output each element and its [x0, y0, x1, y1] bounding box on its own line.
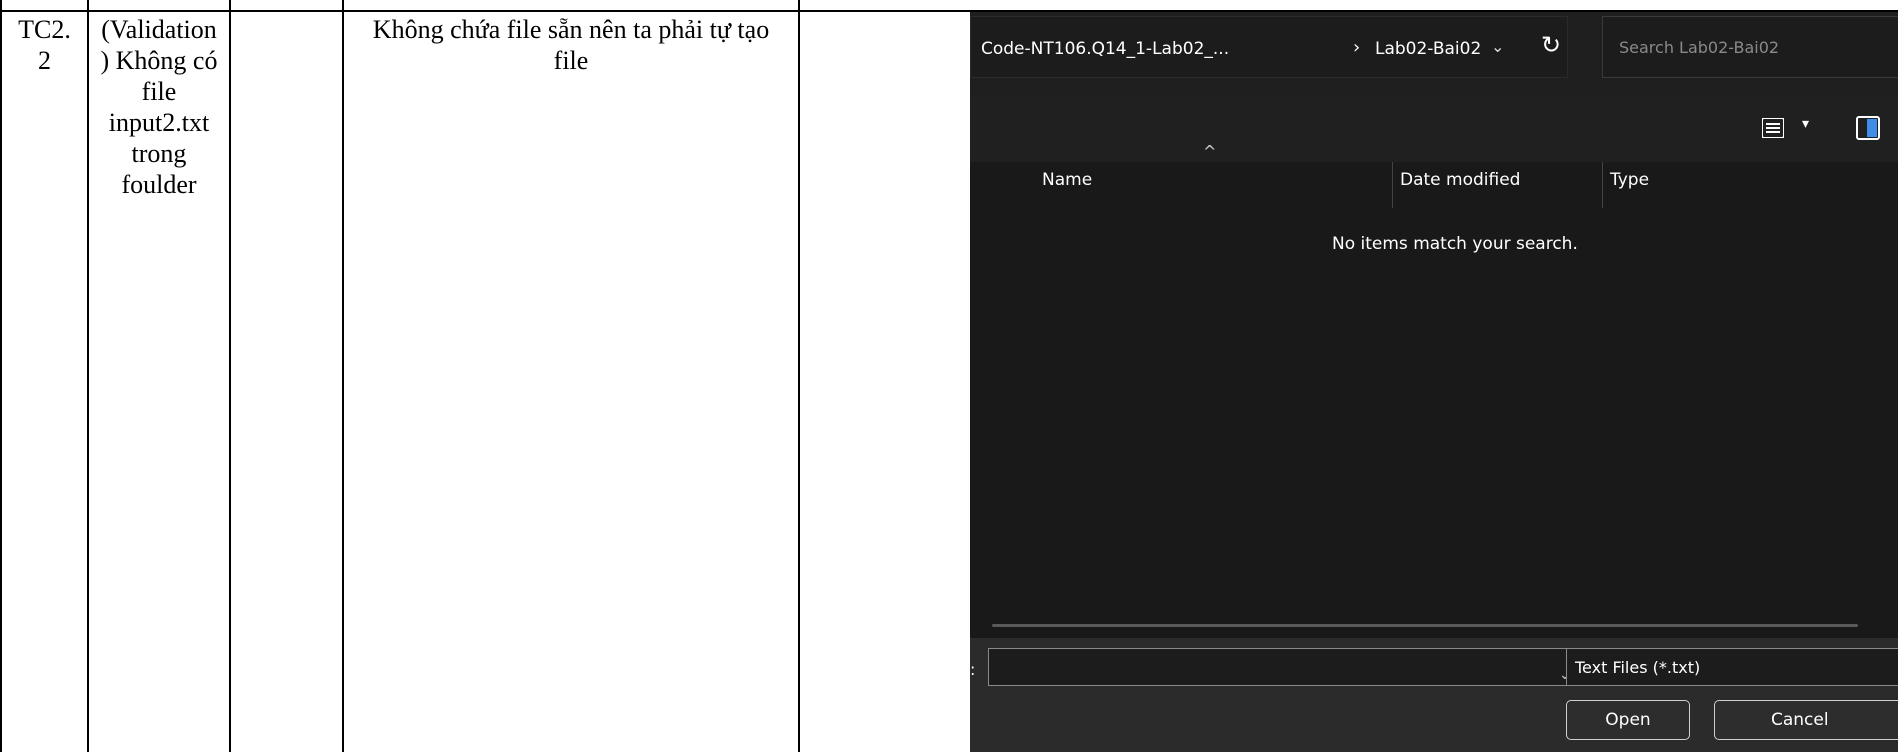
column-divider[interactable] — [1602, 162, 1603, 208]
refresh-icon[interactable]: ↻ — [1541, 31, 1561, 59]
column-header-date-modified[interactable]: Date modified — [1400, 170, 1520, 190]
column-header-type[interactable]: Type — [1610, 170, 1649, 190]
table-border — [342, 0, 344, 752]
file-type-select[interactable]: Text Files (*.txt) — [1566, 648, 1898, 686]
filename-label: : — [970, 660, 976, 679]
empty-results-message: No items match your search. — [1332, 234, 1578, 254]
cancel-button[interactable]: Cancel — [1714, 700, 1898, 740]
view-options-icon[interactable] — [1762, 118, 1784, 138]
chevron-down-icon[interactable]: ⌄ — [1491, 37, 1504, 56]
search-placeholder: Search Lab02-Bai02 — [1619, 38, 1780, 57]
breadcrumb-parent[interactable]: Code-NT106.Q14_1-Lab02_... — [981, 39, 1229, 59]
search-input[interactable]: Search Lab02-Bai02 — [1602, 16, 1898, 78]
breadcrumb-current[interactable]: Lab02-Bai02 — [1375, 39, 1481, 59]
test-case-description: (Validation ) Không có file input2.txt t… — [100, 15, 218, 199]
expected-result: Không chứa file sẵn nên ta phải tự tạo f… — [372, 15, 770, 75]
file-open-dialog-screenshot: Code-NT106.Q14_1-Lab02_... › Lab02-Bai02… — [970, 12, 1898, 752]
address-bar: Code-NT106.Q14_1-Lab02_... › Lab02-Bai02… — [970, 12, 1898, 96]
filename-input[interactable]: ⌄ — [988, 648, 1588, 686]
column-divider[interactable] — [1392, 162, 1393, 208]
breadcrumb[interactable]: Code-NT106.Q14_1-Lab02_... › Lab02-Bai02… — [970, 16, 1568, 78]
sort-ascending-icon: ^ — [1203, 142, 1217, 161]
file-type-value: Text Files (*.txt) — [1575, 658, 1701, 677]
column-header-name[interactable]: Name — [1042, 170, 1092, 190]
table-border — [0, 0, 2, 752]
preview-pane-icon[interactable] — [1856, 116, 1880, 140]
pane-splitter[interactable] — [992, 624, 1858, 627]
view-dropdown-icon[interactable]: ▾ — [1802, 116, 1809, 132]
toolbar: ▾ — [970, 96, 1898, 162]
test-case-id: TC2. 2 — [18, 15, 71, 75]
open-button[interactable]: Open — [1566, 700, 1690, 740]
chevron-right-icon: › — [1353, 37, 1361, 58]
dialog-footer: : ⌄ Text Files (*.txt) Open Cancel — [970, 638, 1898, 752]
table-border — [229, 0, 231, 752]
table-border — [798, 0, 800, 752]
